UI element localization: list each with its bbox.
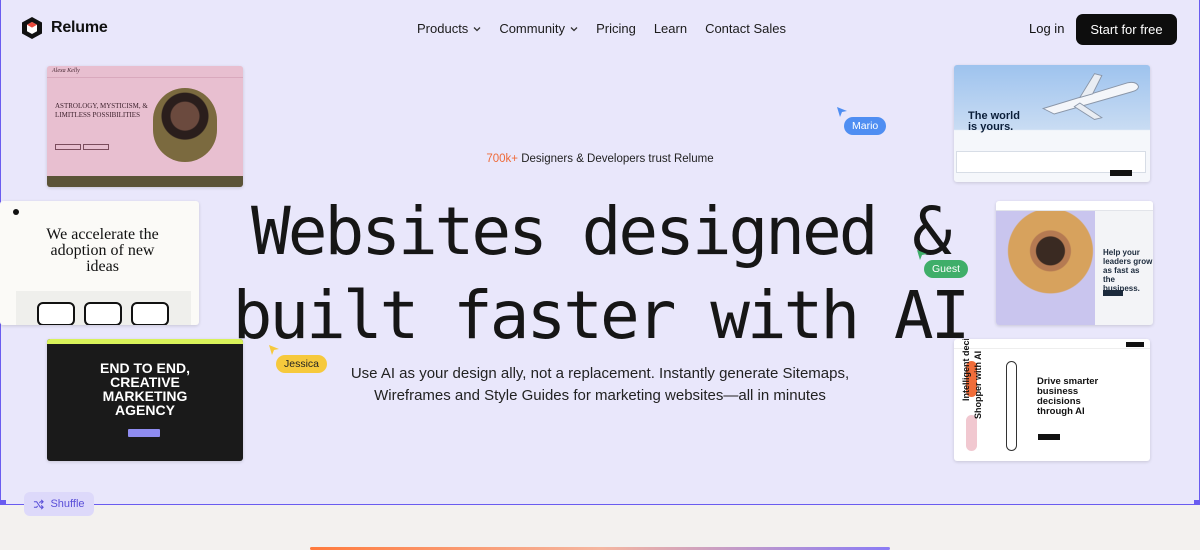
shuffle-button[interactable]: Shuffle xyxy=(24,492,94,516)
trust-count: 700k+ xyxy=(486,153,519,165)
cursor-arrow-icon xyxy=(917,250,927,260)
navbar: Relume Products Community Pricing Learn … xyxy=(0,0,1200,58)
card-title: END TO END, CREATIVE MARKETING AGENCY xyxy=(47,361,243,417)
pill-shape xyxy=(1006,361,1017,451)
portrait-image xyxy=(153,88,217,162)
card-logo-icon xyxy=(13,209,19,215)
card-top-bar xyxy=(47,339,243,344)
card-vertical-text: Shopper with AI xyxy=(973,350,983,419)
card-nav xyxy=(954,339,1150,349)
brand-logo[interactable]: Relume xyxy=(20,16,108,40)
card-title: We accelerate the adoption of new ideas xyxy=(46,226,159,275)
showcase-card-leaders[interactable]: Help your leaders grow as fast as the bu… xyxy=(996,201,1153,325)
card-title: Help your leaders grow as fast as the bu… xyxy=(1103,248,1153,293)
card-nav xyxy=(996,201,1153,211)
login-link[interactable]: Log in xyxy=(1029,21,1064,36)
card-nav-button xyxy=(1126,342,1144,347)
cursor-arrow-icon xyxy=(837,107,847,117)
card-title: The world is yours. xyxy=(968,110,1020,133)
card-brand: Alexa Kelly xyxy=(52,68,80,74)
menu-community-label: Community xyxy=(499,21,566,36)
card-button xyxy=(1103,290,1123,296)
cursor-label: Jessica xyxy=(276,355,328,373)
phone-mockup xyxy=(84,302,122,325)
pill-shape xyxy=(966,415,977,451)
card-title: Drive smarter business decisions through… xyxy=(1037,376,1099,417)
cursor-arrow-icon xyxy=(269,345,279,355)
portrait-image xyxy=(996,211,1095,325)
card-button xyxy=(83,144,109,150)
card-title: ASTROLOGY, MYSTICISM, & LIMITLESS POSSIB… xyxy=(55,102,148,119)
chevron-down-icon xyxy=(570,26,578,31)
card-button xyxy=(55,144,81,150)
menu-products-label: Products xyxy=(417,21,469,36)
showcase-card-drive[interactable]: Intelligent decision Shopper with AI Dri… xyxy=(954,339,1150,461)
next-section xyxy=(0,505,1200,550)
card-button xyxy=(1038,434,1060,440)
shuffle-label: Shuffle xyxy=(50,498,85,510)
chevron-down-icon xyxy=(473,26,481,31)
card-vertical-text: Intelligent decision xyxy=(961,339,971,401)
card-search-button xyxy=(1110,170,1132,176)
start-for-free-button[interactable]: Start for free xyxy=(1076,14,1177,45)
menu-products[interactable]: Products xyxy=(417,21,481,36)
menu-learn-label: Learn xyxy=(653,21,688,36)
cursor-label: Guest xyxy=(924,260,969,278)
showcase-card-accelerate[interactable]: We accelerate the adoption of new ideas xyxy=(0,201,199,325)
card-title-line: END TO END, xyxy=(100,360,190,376)
card-button xyxy=(128,429,160,437)
card-title-line: AGENCY xyxy=(115,402,175,418)
trust-text: Designers & Developers trust Relume xyxy=(518,153,714,165)
main-menu: Products Community Pricing Learn Contact… xyxy=(417,21,786,36)
card-title-line: MARKETING xyxy=(102,388,188,404)
menu-pricing[interactable]: Pricing xyxy=(596,21,636,36)
cursor-label: Mario xyxy=(844,117,887,135)
menu-learn[interactable]: Learn xyxy=(654,21,687,36)
menu-contact-sales-label: Contact Sales xyxy=(705,21,786,36)
phone-mockup xyxy=(37,302,75,325)
menu-pricing-label: Pricing xyxy=(596,21,636,36)
phone-mockup xyxy=(131,302,169,325)
showcase-card-agency[interactable]: END TO END, CREATIVE MARKETING AGENCY xyxy=(47,339,243,461)
menu-contact-sales[interactable]: Contact Sales xyxy=(705,21,786,36)
showcase-card-world[interactable]: The world is yours. xyxy=(954,65,1150,182)
card-ticker xyxy=(47,176,243,187)
menu-community[interactable]: Community xyxy=(499,21,578,36)
brand-name: Relume xyxy=(51,19,108,36)
showcase-card-astrology[interactable]: Alexa Kelly ASTROLOGY, MYSTICISM, & LIMI… xyxy=(47,66,243,187)
shuffle-icon xyxy=(34,499,45,509)
card-title-line: CREATIVE xyxy=(110,374,180,390)
relume-logo-icon xyxy=(22,17,42,39)
airplane-image xyxy=(1041,73,1139,120)
